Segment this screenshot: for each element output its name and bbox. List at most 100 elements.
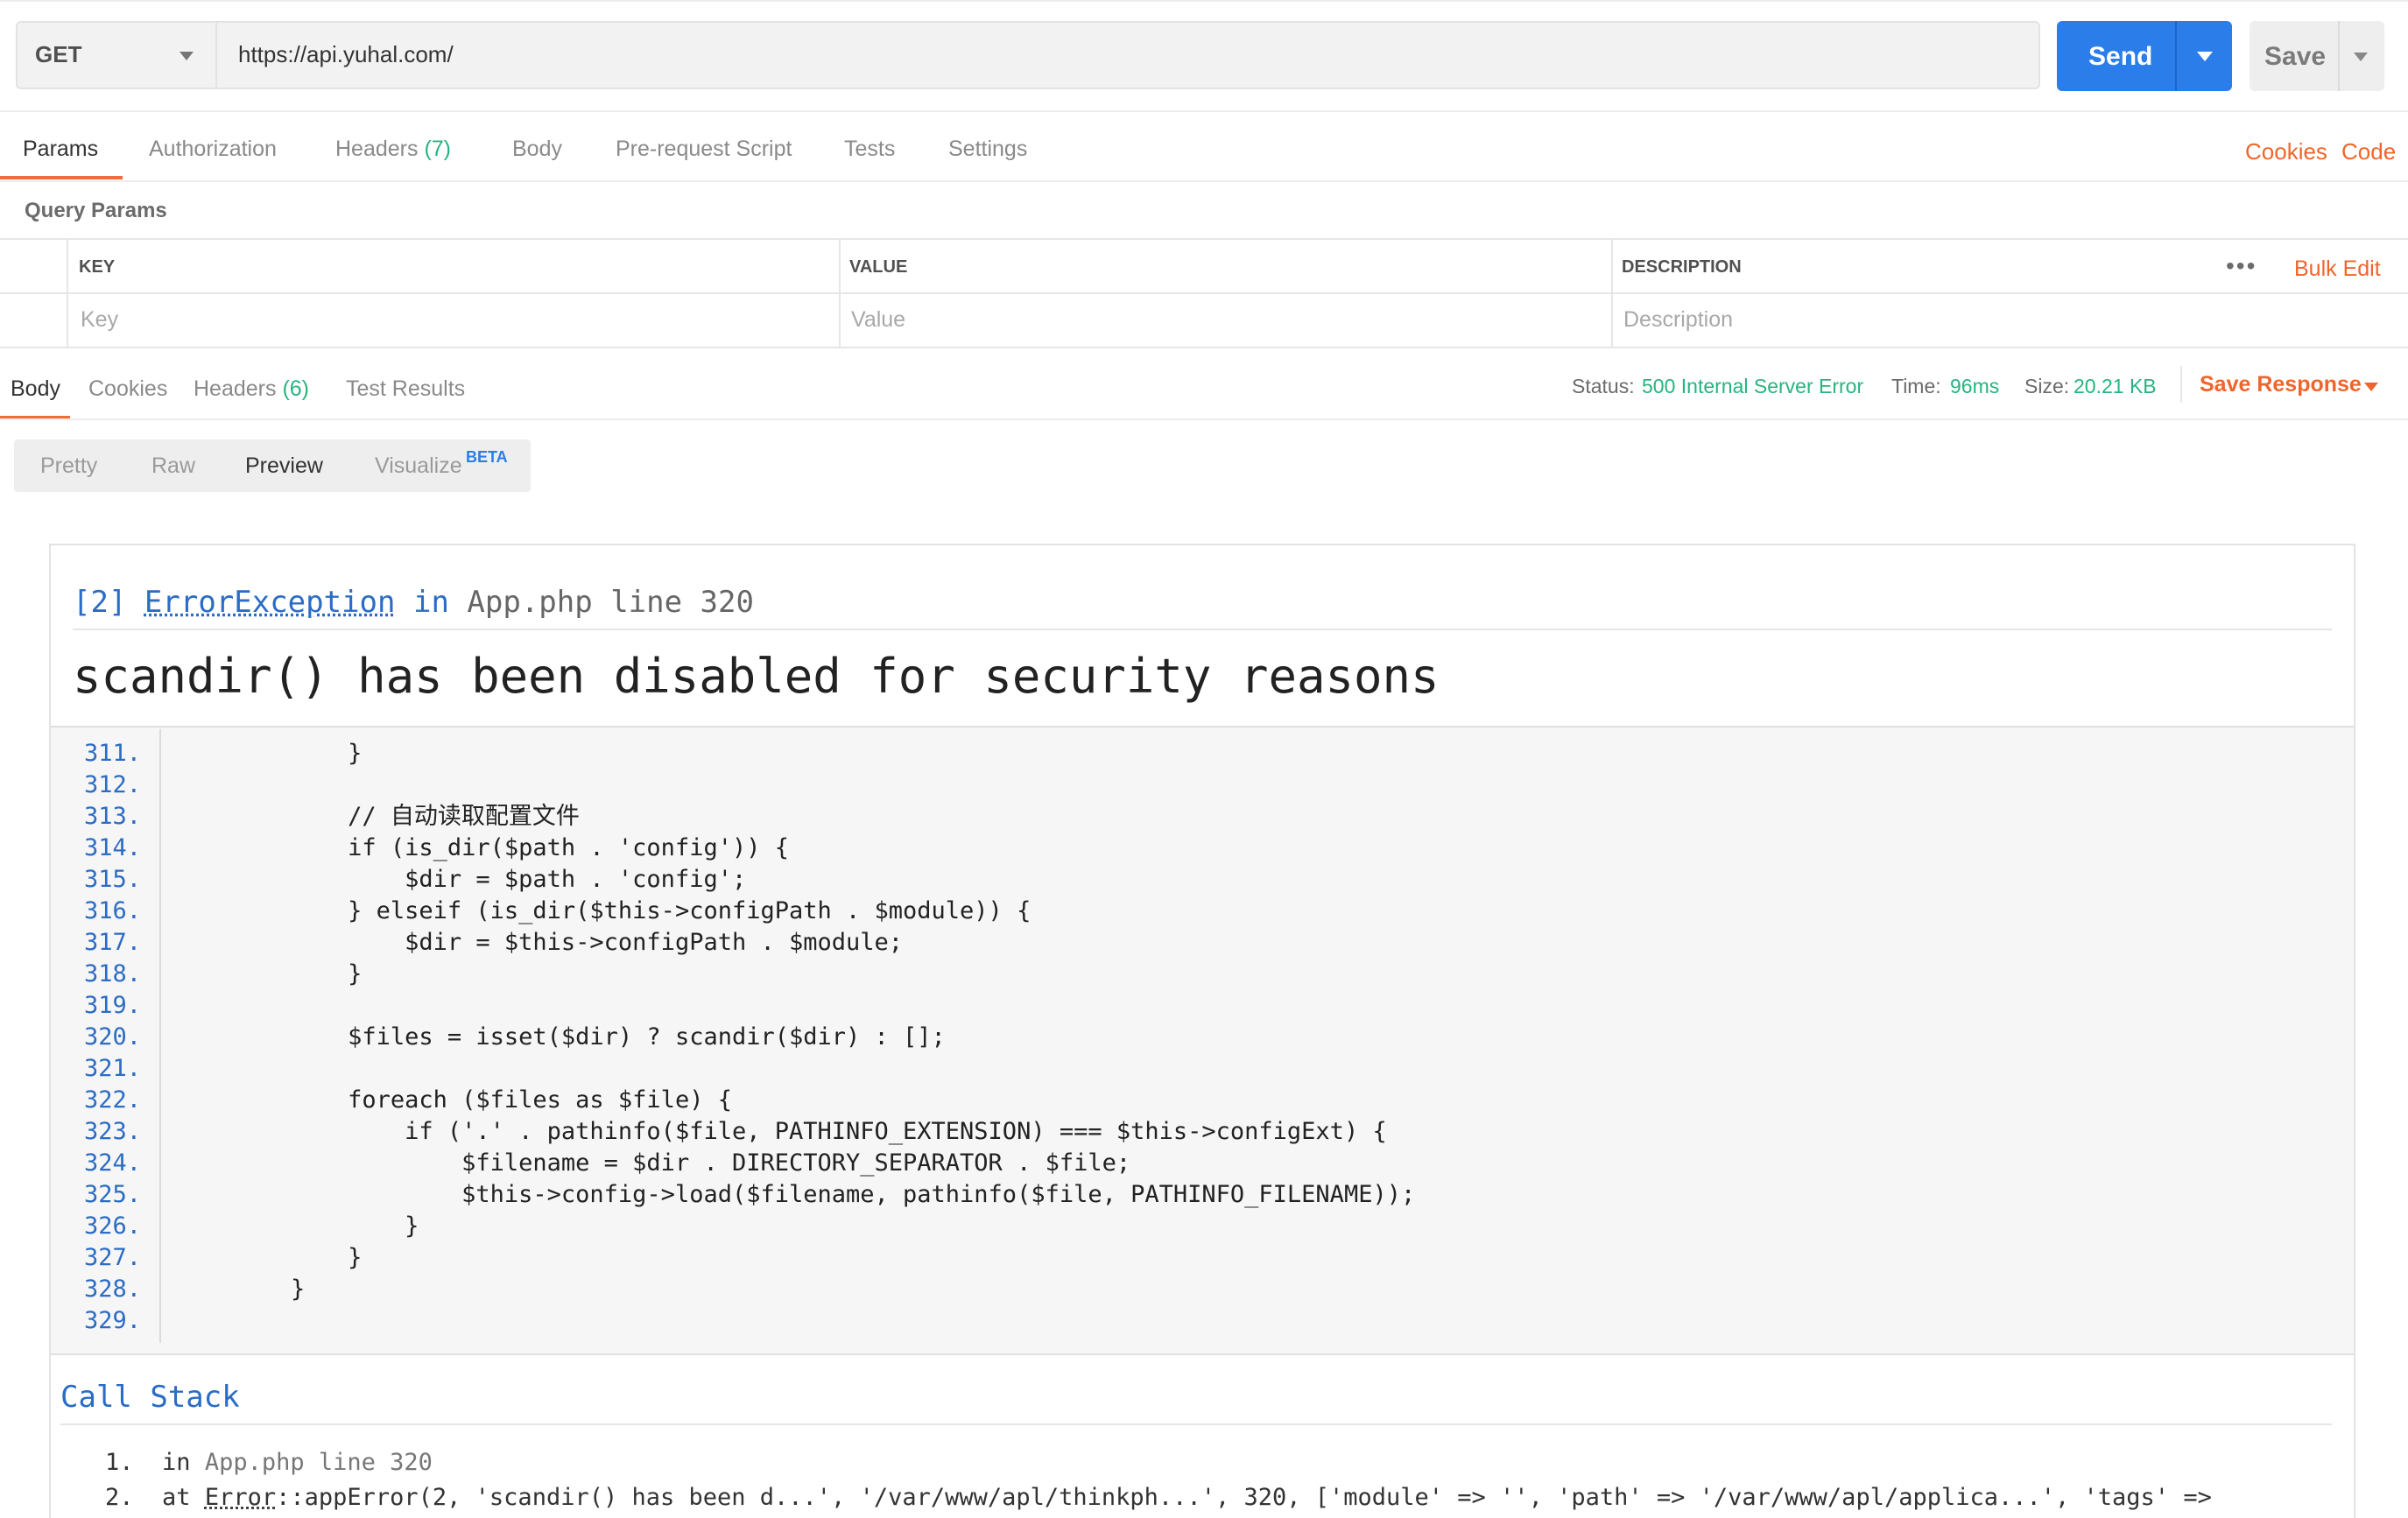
divider: [73, 629, 2332, 630]
divider: [0, 180, 2408, 182]
code-line: $this->config->load($filename, pathinfo(…: [177, 1181, 1416, 1208]
line-number: 319.: [84, 992, 142, 1019]
call-stack-item: 2. at Error::appError(2, 'scandir() has …: [105, 1484, 2212, 1511]
line-number: 316.: [84, 897, 142, 924]
query-params-title: Query Params: [25, 199, 167, 222]
code-line: }: [177, 740, 363, 767]
line-number: 311.: [84, 740, 142, 767]
save-label: Save: [2264, 42, 2327, 71]
tab-headers[interactable]: Headers (7): [335, 137, 451, 162]
status-value: 500 Internal Server Error: [1642, 375, 1864, 397]
table-border: [0, 347, 2408, 348]
call-stack-item: 1. in App.php line 320: [105, 1449, 433, 1476]
code-line: if ('.' . pathinfo($file, PATHINFO_EXTEN…: [177, 1118, 1387, 1145]
cookies-link[interactable]: Cookies: [2245, 138, 2327, 165]
chevron-down-icon[interactable]: [2364, 383, 2378, 391]
code-line: $files = isset($dir) ? scandir($dir) : […: [177, 1023, 946, 1051]
divider: [0, 0, 2408, 2]
beta-badge: BETA: [466, 448, 508, 466]
code-line: // 自动读取配置文件: [177, 803, 580, 830]
line-number: 315.: [84, 866, 142, 893]
divider: [2175, 21, 2177, 91]
line-number: 318.: [84, 960, 142, 987]
code-line: if (is_dir($path . 'config')) {: [177, 834, 789, 861]
code-line: }: [177, 1212, 419, 1240]
response-tab-body[interactable]: Body: [11, 376, 60, 402]
column-header-description: DESCRIPTION: [1622, 257, 1742, 277]
tab-params[interactable]: Params: [23, 137, 98, 162]
size-value: 20.21 KB: [2074, 375, 2157, 397]
code-line: } elseif (is_dir($this->configPath . $mo…: [177, 897, 1031, 924]
line-number: 329.: [84, 1307, 142, 1334]
size-label: Size:: [2024, 375, 2070, 397]
save-response-button[interactable]: Save Response: [2200, 372, 2362, 397]
column-header-key: KEY: [79, 257, 116, 277]
line-number: 320.: [84, 1023, 142, 1051]
response-tab-headers[interactable]: Headers (6): [194, 376, 309, 402]
mode-visualize[interactable]: Visualize: [375, 453, 462, 479]
code-line: }: [177, 960, 363, 987]
send-label: Send: [2088, 42, 2153, 71]
chevron-down-icon: [180, 52, 194, 60]
mode-raw[interactable]: Raw: [151, 453, 195, 479]
line-number: 321.: [84, 1055, 142, 1082]
code-line: foreach ($files as $file) {: [177, 1086, 732, 1114]
description-input[interactable]: Description: [1623, 307, 1733, 333]
mode-preview[interactable]: Preview: [245, 453, 323, 479]
divider: [0, 110, 2408, 112]
code-line: }: [177, 1244, 363, 1271]
mode-pretty[interactable]: Pretty: [40, 453, 97, 479]
tab-tests[interactable]: Tests: [844, 137, 895, 162]
value-input[interactable]: Value: [851, 307, 905, 333]
divider: [2338, 21, 2340, 91]
table-border: [0, 292, 2408, 294]
divider: [2180, 366, 2182, 403]
bulk-edit-link[interactable]: Bulk Edit: [2294, 257, 2381, 282]
save-options-chevron-icon[interactable]: [2354, 53, 2368, 61]
method-label: GET: [35, 41, 82, 67]
line-number: 313.: [84, 803, 142, 830]
line-number: 326.: [84, 1212, 142, 1240]
url-input[interactable]: [215, 21, 2040, 89]
code-line: $filename = $dir . DIRECTORY_SEPARATOR .…: [177, 1149, 1131, 1177]
gutter-divider: [159, 729, 161, 1343]
line-number: 322.: [84, 1086, 142, 1114]
status-label: Status:: [1572, 375, 1635, 397]
code-link[interactable]: Code: [2341, 138, 2396, 165]
url-value: https://api.yuhal.com/: [238, 41, 454, 67]
line-number: 325.: [84, 1181, 142, 1208]
tab-authorization[interactable]: Authorization: [149, 137, 277, 162]
code-line: $dir = $this->configPath . $module;: [177, 929, 904, 956]
column-header-value: VALUE: [849, 257, 908, 277]
code-line: $dir = $path . 'config';: [177, 866, 747, 893]
exception-link[interactable]: ErrorException: [144, 585, 396, 620]
time-label: Time:: [1891, 375, 1941, 397]
key-input[interactable]: Key: [81, 307, 118, 333]
response-tab-test-results[interactable]: Test Results: [346, 376, 465, 402]
tab-pre-request-script[interactable]: Pre-request Script: [616, 137, 792, 162]
table-border: [67, 238, 68, 347]
code-line: }: [177, 1276, 306, 1303]
line-number: 312.: [84, 771, 142, 798]
time-value: 96ms: [1950, 375, 2000, 397]
tab-settings[interactable]: Settings: [948, 137, 1027, 162]
more-options-icon[interactable]: •••: [2226, 252, 2257, 280]
table-border: [0, 238, 2408, 240]
error-message: scandir() has been disabled for security…: [73, 649, 1440, 704]
line-number: 314.: [84, 834, 142, 861]
line-number: 327.: [84, 1244, 142, 1271]
call-stack-title: Call Stack: [60, 1380, 240, 1415]
tab-body[interactable]: Body: [512, 137, 562, 162]
line-number: 324.: [84, 1149, 142, 1177]
divider: [60, 1423, 2332, 1425]
line-number: 317.: [84, 929, 142, 956]
table-border: [839, 238, 841, 347]
response-tab-cookies[interactable]: Cookies: [88, 376, 167, 402]
send-options-chevron-icon[interactable]: [2197, 52, 2213, 61]
error-header: [2] ErrorException in App.php line 320: [73, 585, 754, 620]
line-number: 328.: [84, 1276, 142, 1303]
divider: [0, 418, 2408, 420]
active-tab-indicator: [0, 176, 123, 179]
line-number: 323.: [84, 1118, 142, 1145]
table-border: [1611, 238, 1613, 347]
